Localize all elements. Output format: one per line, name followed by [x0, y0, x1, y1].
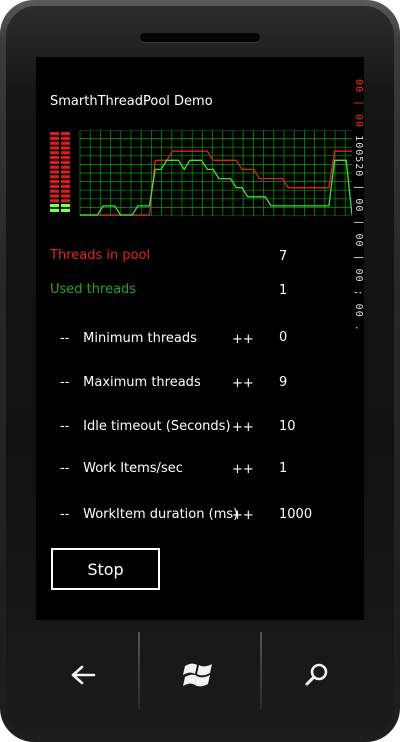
meter-segment	[50, 180, 59, 184]
stop-button[interactable]: Stop	[51, 548, 160, 590]
meter-segment	[50, 199, 59, 203]
thread-graph	[50, 130, 352, 216]
min-threads-decrement[interactable]: --	[60, 331, 78, 346]
nav-divider	[138, 632, 140, 710]
meter-segment	[61, 160, 70, 164]
meter-segment	[50, 132, 59, 136]
search-button[interactable]	[292, 650, 342, 700]
vertical-debug-counter: 00 | 00 100520 | 00 | 00 | 00 ; 00 . 00 …	[354, 79, 364, 339]
meter-segment	[61, 175, 70, 179]
threads-in-pool-value: 7	[279, 249, 288, 264]
app-title: SmarthThreadPool Demo	[50, 94, 213, 109]
meter-segment	[50, 208, 59, 212]
meter-segment	[50, 170, 59, 174]
work-items-decrement[interactable]: --	[60, 461, 78, 476]
idle-timeout-decrement[interactable]: --	[60, 419, 78, 434]
meter-segment	[50, 146, 59, 150]
meter-segment	[50, 189, 59, 193]
meter-segment	[61, 199, 70, 203]
start-button[interactable]	[174, 650, 224, 700]
meter-segment	[61, 132, 70, 136]
workitem-duration-decrement[interactable]: --	[60, 507, 78, 522]
min-threads-row: -- Minimum threads	[60, 331, 197, 346]
meter-segment	[61, 208, 70, 212]
work-items-row: -- Work Items/sec	[60, 461, 183, 476]
max-threads-decrement[interactable]: --	[60, 375, 78, 390]
side-counter-white: 100520 | 00 | 00 | 00 ; 00 . 00 . 0189	[354, 128, 364, 339]
idle-timeout-increment[interactable]: ++	[232, 420, 254, 435]
meter-segment	[50, 156, 59, 160]
max-threads-value: 9	[279, 375, 288, 390]
used-threads-label: Used threads	[50, 282, 137, 297]
max-threads-row: -- Maximum threads	[60, 375, 201, 390]
meter-segment	[61, 146, 70, 150]
max-threads-label: Maximum threads	[83, 375, 201, 390]
phone-frame: SmarthThreadPool Demo 00 | 00 100520 | 0…	[0, 0, 400, 742]
work-items-value: 1	[279, 461, 288, 476]
meter-segment	[50, 141, 59, 145]
workitem-duration-label: WorkItem duration (ms)	[83, 507, 239, 522]
back-arrow-icon	[71, 665, 96, 685]
idle-timeout-row: -- Idle timeout (Seconds)	[60, 419, 231, 434]
meter-segment	[50, 184, 59, 188]
meter-segment	[61, 156, 70, 160]
idle-timeout-value: 10	[279, 419, 296, 434]
windows-logo-icon	[183, 663, 212, 687]
meter-segment	[50, 165, 59, 169]
meter-segment	[61, 170, 70, 174]
meter-segment	[50, 160, 59, 164]
speaker-grille	[140, 33, 260, 42]
meter-segment	[61, 189, 70, 193]
meter-segment	[61, 141, 70, 145]
back-button[interactable]	[58, 650, 108, 700]
meter-segment	[61, 194, 70, 198]
app-screen: SmarthThreadPool Demo 00 | 00 100520 | 0…	[36, 57, 364, 620]
nav-divider	[260, 632, 262, 710]
max-threads-increment[interactable]: ++	[232, 376, 254, 391]
meter-segment	[61, 165, 70, 169]
meter-segment	[61, 204, 70, 208]
min-threads-label: Minimum threads	[83, 331, 197, 346]
meter-segment	[61, 180, 70, 184]
used-threads-value: 1	[279, 283, 288, 298]
meter-segment	[50, 194, 59, 198]
meter-segment	[50, 136, 59, 140]
work-items-increment[interactable]: ++	[232, 462, 254, 477]
meter-segment	[50, 204, 59, 208]
min-threads-value: 0	[279, 330, 288, 345]
meter-segment	[61, 184, 70, 188]
meter-segment	[61, 136, 70, 140]
workitem-duration-increment[interactable]: ++	[232, 508, 254, 523]
meter-segment	[50, 151, 59, 155]
search-icon	[305, 663, 328, 686]
meter-segment	[50, 175, 59, 179]
side-counter-red: 00 | 00	[354, 79, 364, 129]
work-items-label: Work Items/sec	[83, 461, 183, 476]
workitem-duration-row: -- WorkItem duration (ms)	[60, 507, 238, 522]
workitem-duration-value: 1000	[279, 507, 313, 522]
threads-in-pool-label: Threads in pool	[50, 248, 151, 263]
min-threads-increment[interactable]: ++	[232, 332, 254, 347]
idle-timeout-label: Idle timeout (Seconds)	[83, 419, 231, 434]
meter-segment	[61, 151, 70, 155]
